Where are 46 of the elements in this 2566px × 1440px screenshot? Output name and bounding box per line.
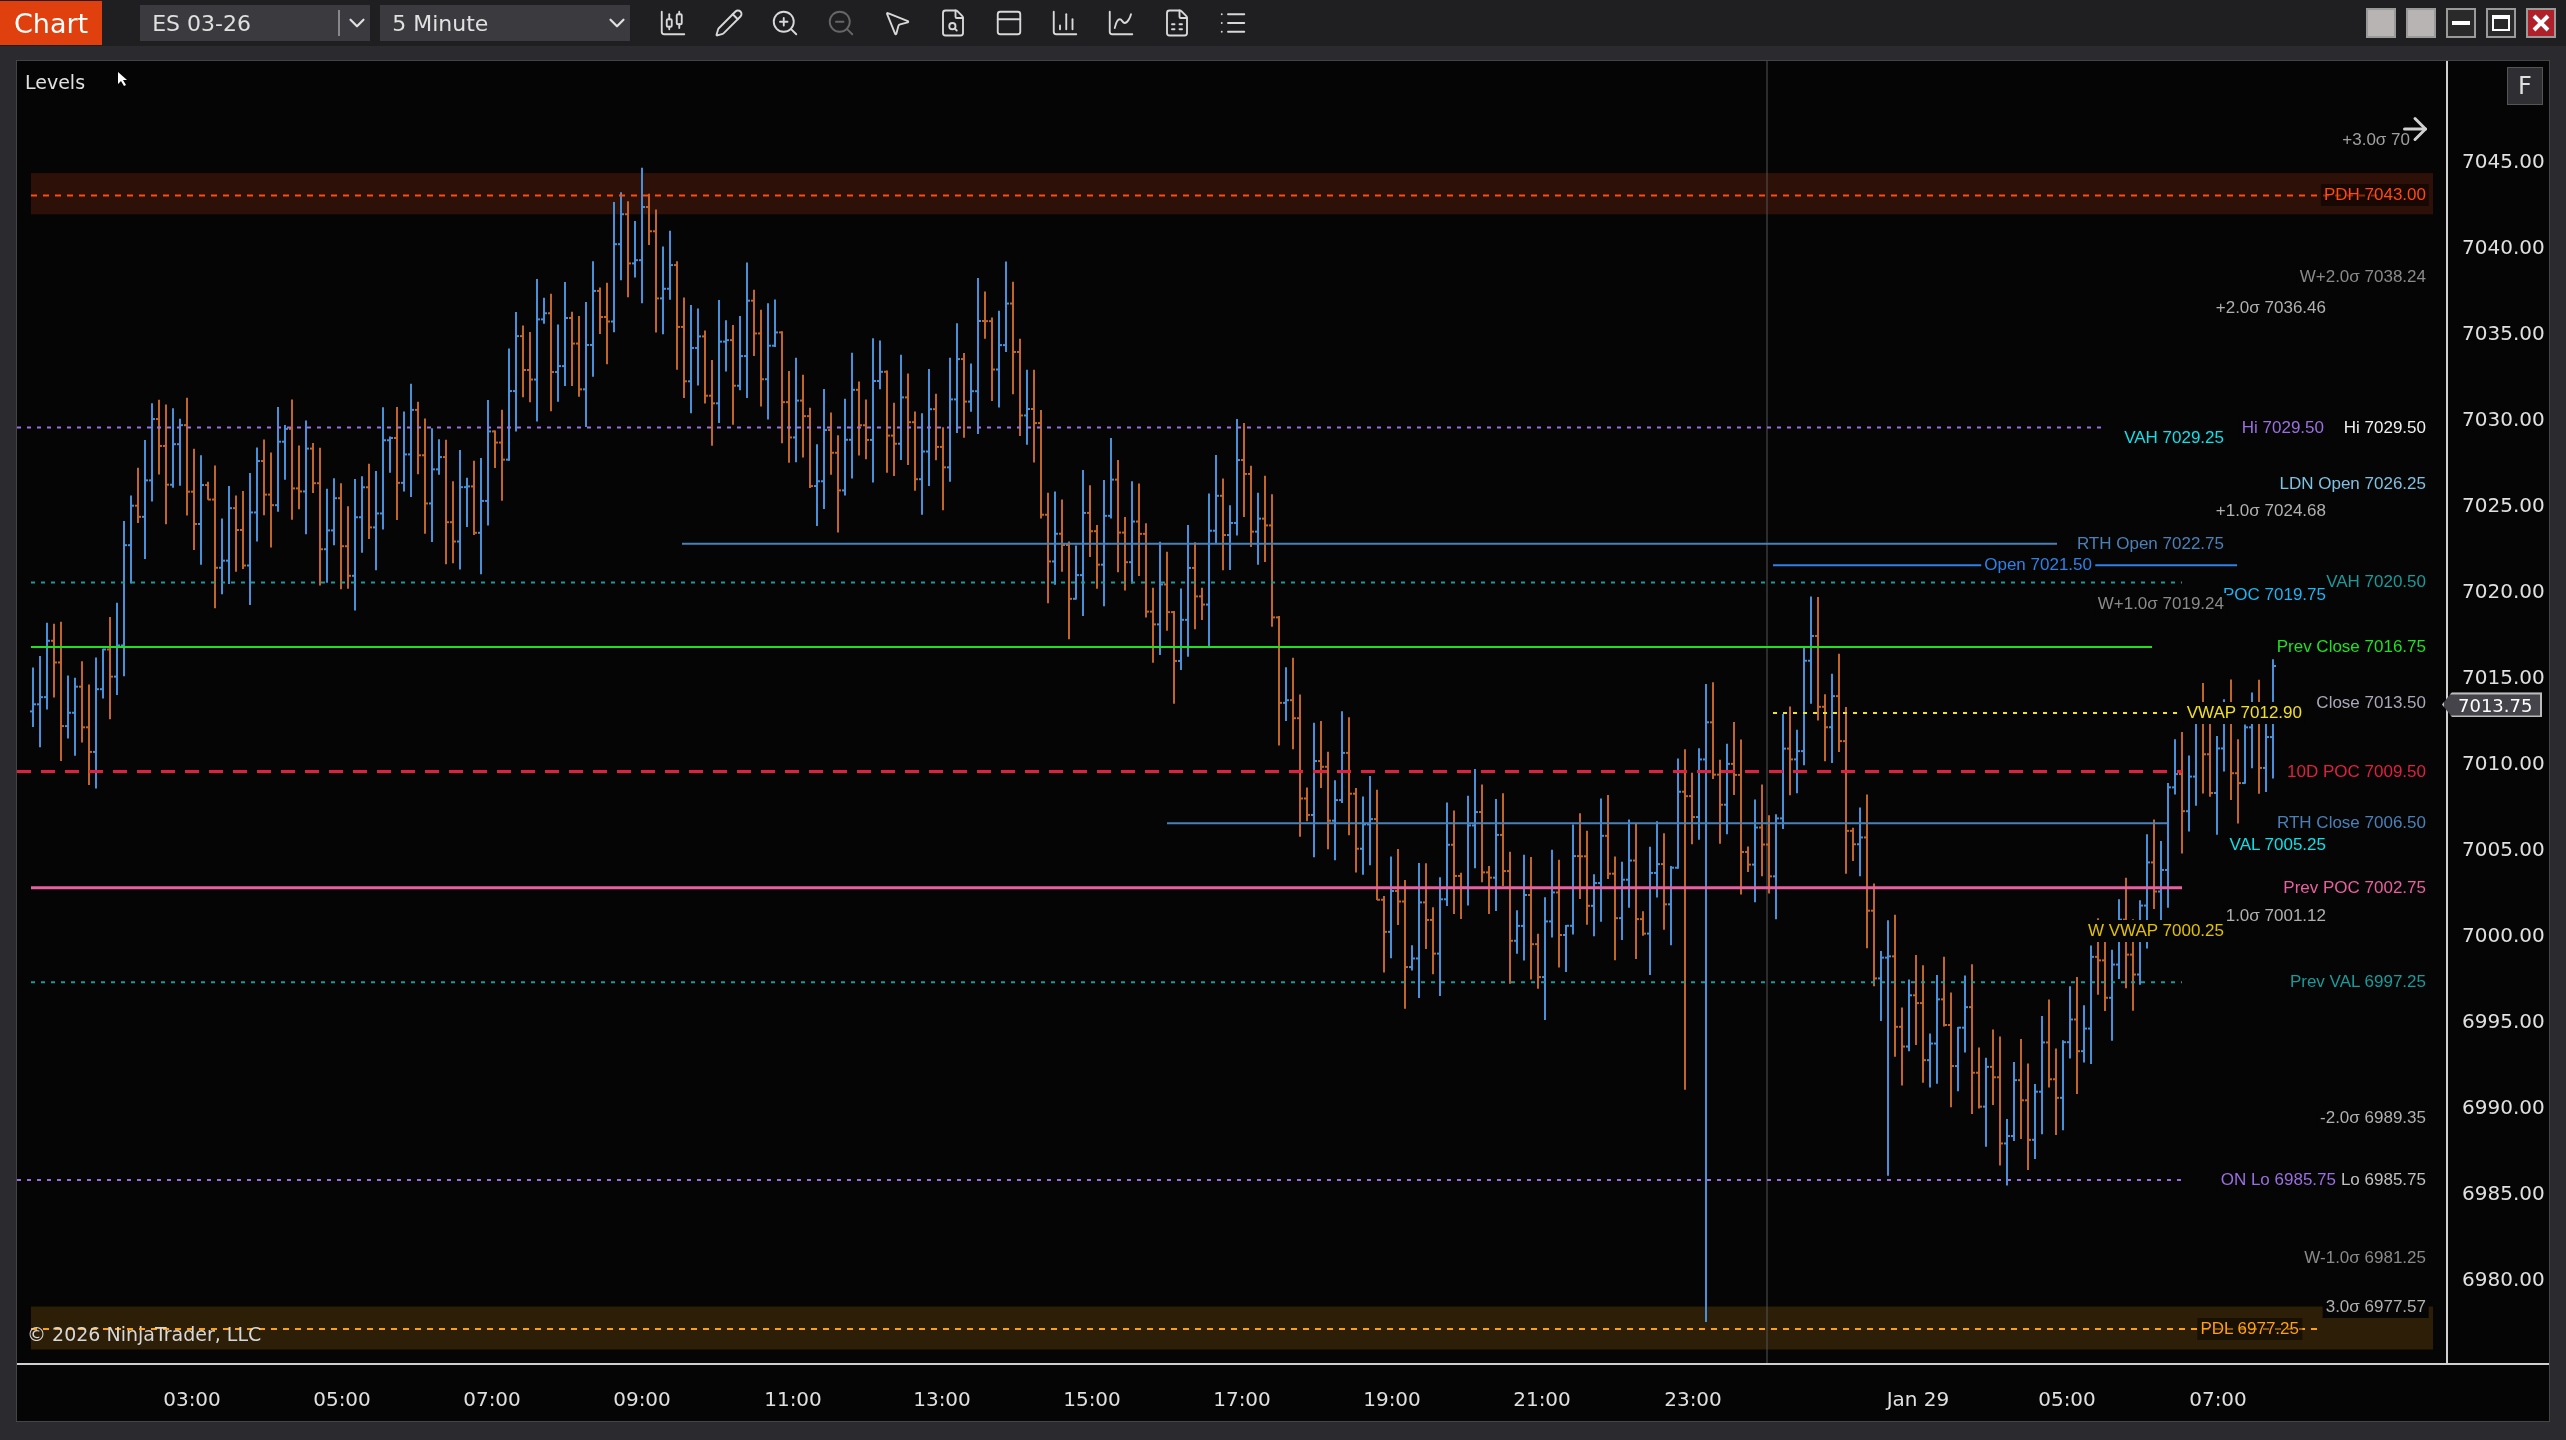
price-tick-label: 7045.00 <box>2462 149 2545 173</box>
last-price-tag: 7013.75 <box>2442 692 2543 717</box>
close-icon <box>2532 14 2550 32</box>
time-tick-label: 07:00 <box>463 1387 521 1411</box>
minimize-button[interactable] <box>2446 8 2476 38</box>
chart-title: Levels <box>25 71 86 93</box>
price-tick-label: 7000.00 <box>2462 923 2545 947</box>
price-tick-label: 7010.00 <box>2462 751 2545 775</box>
f-button[interactable]: F <box>2507 67 2543 105</box>
maximize-icon <box>2492 15 2510 31</box>
level-label: VWAP 7012.90 <box>2183 702 2305 725</box>
interval-dropdown[interactable]: 5 Minute <box>380 5 631 41</box>
price-tick-label: 6985.00 <box>2462 1181 2545 1205</box>
close-button[interactable] <box>2526 8 2556 38</box>
time-tick-label: 09:00 <box>613 1387 671 1411</box>
price-tick-label: 7005.00 <box>2462 837 2545 861</box>
price-tick-label: 6990.00 <box>2462 1095 2545 1119</box>
copyright-text: © 2026 NinjaTrader, LLC <box>27 1323 262 1345</box>
time-tick-label: 05:00 <box>313 1387 371 1411</box>
time-tick-label: 13:00 <box>913 1387 971 1411</box>
minimize-icon <box>2452 21 2470 25</box>
price-tick-label: 7035.00 <box>2462 321 2545 345</box>
price-tick-label: 7030.00 <box>2462 407 2545 431</box>
maximize-button[interactable] <box>2486 8 2516 38</box>
chart-tab[interactable]: Chart <box>0 1 103 45</box>
price-tick-label: 7025.00 <box>2462 493 2545 517</box>
time-tick-label: 19:00 <box>1363 1387 1421 1411</box>
time-tick-label: 23:00 <box>1664 1387 1722 1411</box>
price-tick-label: 6980.00 <box>2462 1267 2545 1291</box>
cursor-icon <box>117 71 129 87</box>
time-tick-label: 07:00 <box>2189 1387 2247 1411</box>
pencil-icon[interactable] <box>714 8 745 38</box>
time-tick-label: 05:00 <box>2038 1387 2096 1411</box>
instrument-dropdown[interactable]: ES 03-26 <box>140 5 371 41</box>
time-tick-label: 03:00 <box>163 1387 221 1411</box>
level-label: PDH 7043.00 <box>2320 184 2429 207</box>
level-label: PDL 6977.25 <box>2197 1317 2302 1340</box>
price-tick-label: 7015.00 <box>2462 665 2545 689</box>
price-tick-label: 7040.00 <box>2462 235 2545 259</box>
time-tick-label: 21:00 <box>1513 1387 1571 1411</box>
time-tick-label: 11:00 <box>764 1387 822 1411</box>
time-tick-label: 15:00 <box>1063 1387 1121 1411</box>
time-tick-label: 17:00 <box>1213 1387 1271 1411</box>
price-tick-label: 7020.00 <box>2462 579 2545 603</box>
price-tick-label: 6995.00 <box>2462 1009 2545 1033</box>
time-tick-label: Jan 29 <box>1886 1387 1950 1411</box>
